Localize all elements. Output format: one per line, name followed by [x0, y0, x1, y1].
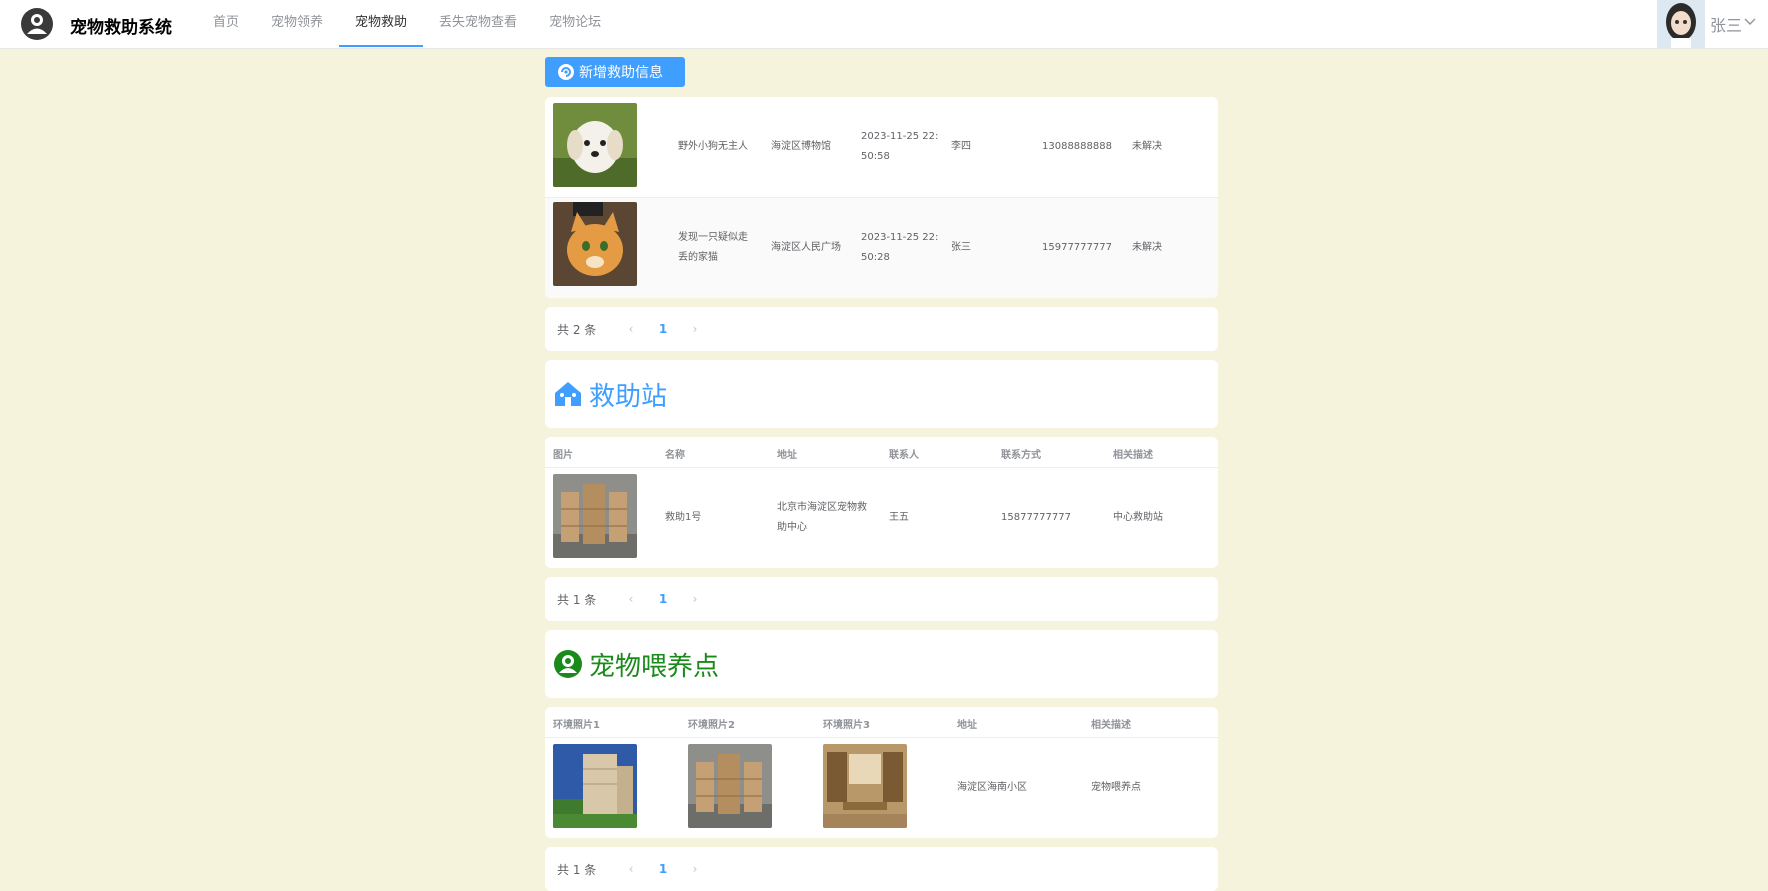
page-number[interactable]: 1 — [647, 322, 679, 336]
add-rescue-button[interactable]: 新增救助信息 — [545, 57, 685, 87]
building-photo — [553, 744, 637, 828]
house-icon — [555, 382, 581, 406]
rescue-title: 发现一只疑似走 丢的家猫 — [678, 228, 748, 268]
station-name: 救助1号 — [665, 512, 702, 523]
feeding-title-card: 宠物喂养点 — [545, 630, 1218, 698]
column-header: 联系方式 — [1001, 450, 1041, 461]
feeding-title: 宠物喂养点 — [589, 651, 720, 682]
rescue-pagination: 共 2 条 ‹ 1 › — [545, 307, 1218, 351]
prev-page-icon[interactable]: ‹ — [615, 322, 647, 336]
column-header: 相关描述 — [1113, 450, 1153, 461]
station-phone: 15877777777 — [1001, 512, 1071, 523]
chevron-down-icon[interactable] — [1744, 17, 1756, 27]
warehouse-photo — [553, 474, 637, 558]
rescue-status: 未解决 — [1132, 141, 1162, 152]
stations-pagination: 共 1 条 ‹ 1 › — [545, 577, 1218, 621]
feeding-table: 环境照片1 环境照片2 环境照片3 地址 相关描述 海淀区海南小区 宠物喂养点 — [545, 707, 1218, 838]
pager-total: 共 2 条 — [557, 322, 597, 337]
table-header: 图片 名称 地址 联系人 联系方式 相关描述 — [545, 437, 1218, 468]
feeding-address: 海淀区海南小区 — [957, 782, 1027, 793]
nav-rescue[interactable]: 宠物救助 — [339, 0, 424, 47]
rescue-phone: 15977777777 — [1042, 242, 1112, 253]
column-header: 环境照片2 — [688, 720, 735, 731]
warehouse-photo — [688, 744, 772, 828]
station-desc: 中心救助站 — [1113, 512, 1163, 523]
top-header: 宠物救助系统 首页 宠物领养 宠物救助 丢失宠物查看 宠物论坛 张三 — [0, 0, 1768, 49]
rescue-title-line2: 丢的家猫 — [678, 252, 718, 263]
main-nav: 首页 宠物领养 宠物救助 丢失宠物查看 宠物论坛 — [197, 0, 617, 48]
rescue-time-line1: 2023-11-25 22: — [861, 131, 939, 142]
pet-logo-icon — [21, 8, 53, 40]
feeding-pagination: 共 1 条 ‹ 1 › — [545, 847, 1218, 891]
column-header: 图片 — [553, 450, 573, 461]
station-contact: 王五 — [889, 512, 909, 523]
rescue-title: 野外小狗无主人 — [678, 141, 748, 152]
rescue-contact: 张三 — [951, 242, 971, 253]
table-row[interactable]: 野外小狗无主人 海淀区博物馆 2023-11-25 22: 50:58 李四 1… — [545, 97, 1218, 197]
station-address: 北京市海淀区宠物救 助中心 — [777, 498, 867, 538]
stations-table: 图片 名称 地址 联系人 联系方式 相关描述 救助1号 北京市海淀区宠物救 助中… — [545, 437, 1218, 568]
rescue-icon — [558, 64, 574, 80]
rescue-phone: 13088888888 — [1042, 141, 1112, 152]
rescue-list-card: 野外小狗无主人 海淀区博物馆 2023-11-25 22: 50:58 李四 1… — [545, 97, 1218, 298]
column-header: 相关描述 — [1091, 720, 1131, 731]
page-number[interactable]: 1 — [647, 592, 679, 606]
station-address-line2: 助中心 — [777, 522, 807, 533]
nav-adoption[interactable]: 宠物领养 — [255, 0, 339, 47]
avatar-icon — [1657, 0, 1705, 48]
nav-forum[interactable]: 宠物论坛 — [533, 0, 617, 47]
column-header: 环境照片3 — [823, 720, 870, 731]
column-header: 地址 — [957, 720, 977, 731]
table-row[interactable]: 救助1号 北京市海淀区宠物救 助中心 王五 15877777777 中心救助站 — [545, 468, 1218, 568]
pager-total: 共 1 条 — [557, 862, 597, 877]
rescue-time-line2: 50:28 — [861, 252, 890, 263]
table-row[interactable]: 发现一只疑似走 丢的家猫 海淀区人民广场 2023-11-25 22: 50:2… — [545, 197, 1218, 298]
feeding-desc: 宠物喂养点 — [1091, 782, 1141, 793]
pager-total: 共 1 条 — [557, 592, 597, 607]
rescue-location: 海淀区人民广场 — [771, 242, 841, 253]
prev-page-icon[interactable]: ‹ — [615, 592, 647, 606]
user-avatar[interactable] — [1657, 0, 1705, 48]
next-page-icon[interactable]: › — [679, 322, 711, 336]
rescue-time: 2023-11-25 22: 50:58 — [861, 127, 938, 167]
column-header: 联系人 — [889, 450, 919, 461]
column-header: 地址 — [777, 450, 797, 461]
app-title: 宠物救助系统 — [70, 18, 172, 38]
table-header: 环境照片1 环境照片2 环境照片3 地址 相关描述 — [545, 707, 1218, 738]
prev-page-icon[interactable]: ‹ — [615, 862, 647, 876]
rescue-time-line1: 2023-11-25 22: — [861, 232, 939, 243]
user-name[interactable]: 张三 — [1710, 12, 1742, 36]
next-page-icon[interactable]: › — [679, 862, 711, 876]
station-address-line1: 北京市海淀区宠物救 — [777, 502, 867, 513]
rescue-location: 海淀区博物馆 — [771, 141, 831, 152]
rescue-time: 2023-11-25 22: 50:28 — [861, 228, 938, 268]
stations-title: 救助站 — [589, 381, 668, 412]
rescue-title-line1: 发现一只疑似走 — [678, 232, 748, 243]
table-row[interactable]: 海淀区海南小区 宠物喂养点 — [545, 738, 1218, 838]
cat-photo — [553, 202, 637, 286]
nav-lost-pets[interactable]: 丢失宠物查看 — [423, 0, 533, 47]
puppy-photo — [553, 103, 637, 187]
stations-title-card: 救助站 — [545, 360, 1218, 428]
rescue-contact: 李四 — [951, 141, 971, 152]
rescue-time-line2: 50:58 — [861, 151, 890, 162]
column-header: 名称 — [665, 450, 685, 461]
nav-home[interactable]: 首页 — [197, 0, 255, 47]
library-photo — [823, 744, 907, 828]
pet-location-icon — [554, 650, 582, 678]
add-rescue-label: 新增救助信息 — [579, 65, 663, 81]
next-page-icon[interactable]: › — [679, 592, 711, 606]
rescue-status: 未解决 — [1132, 242, 1162, 253]
page-number[interactable]: 1 — [647, 862, 679, 876]
column-header: 环境照片1 — [553, 720, 600, 731]
